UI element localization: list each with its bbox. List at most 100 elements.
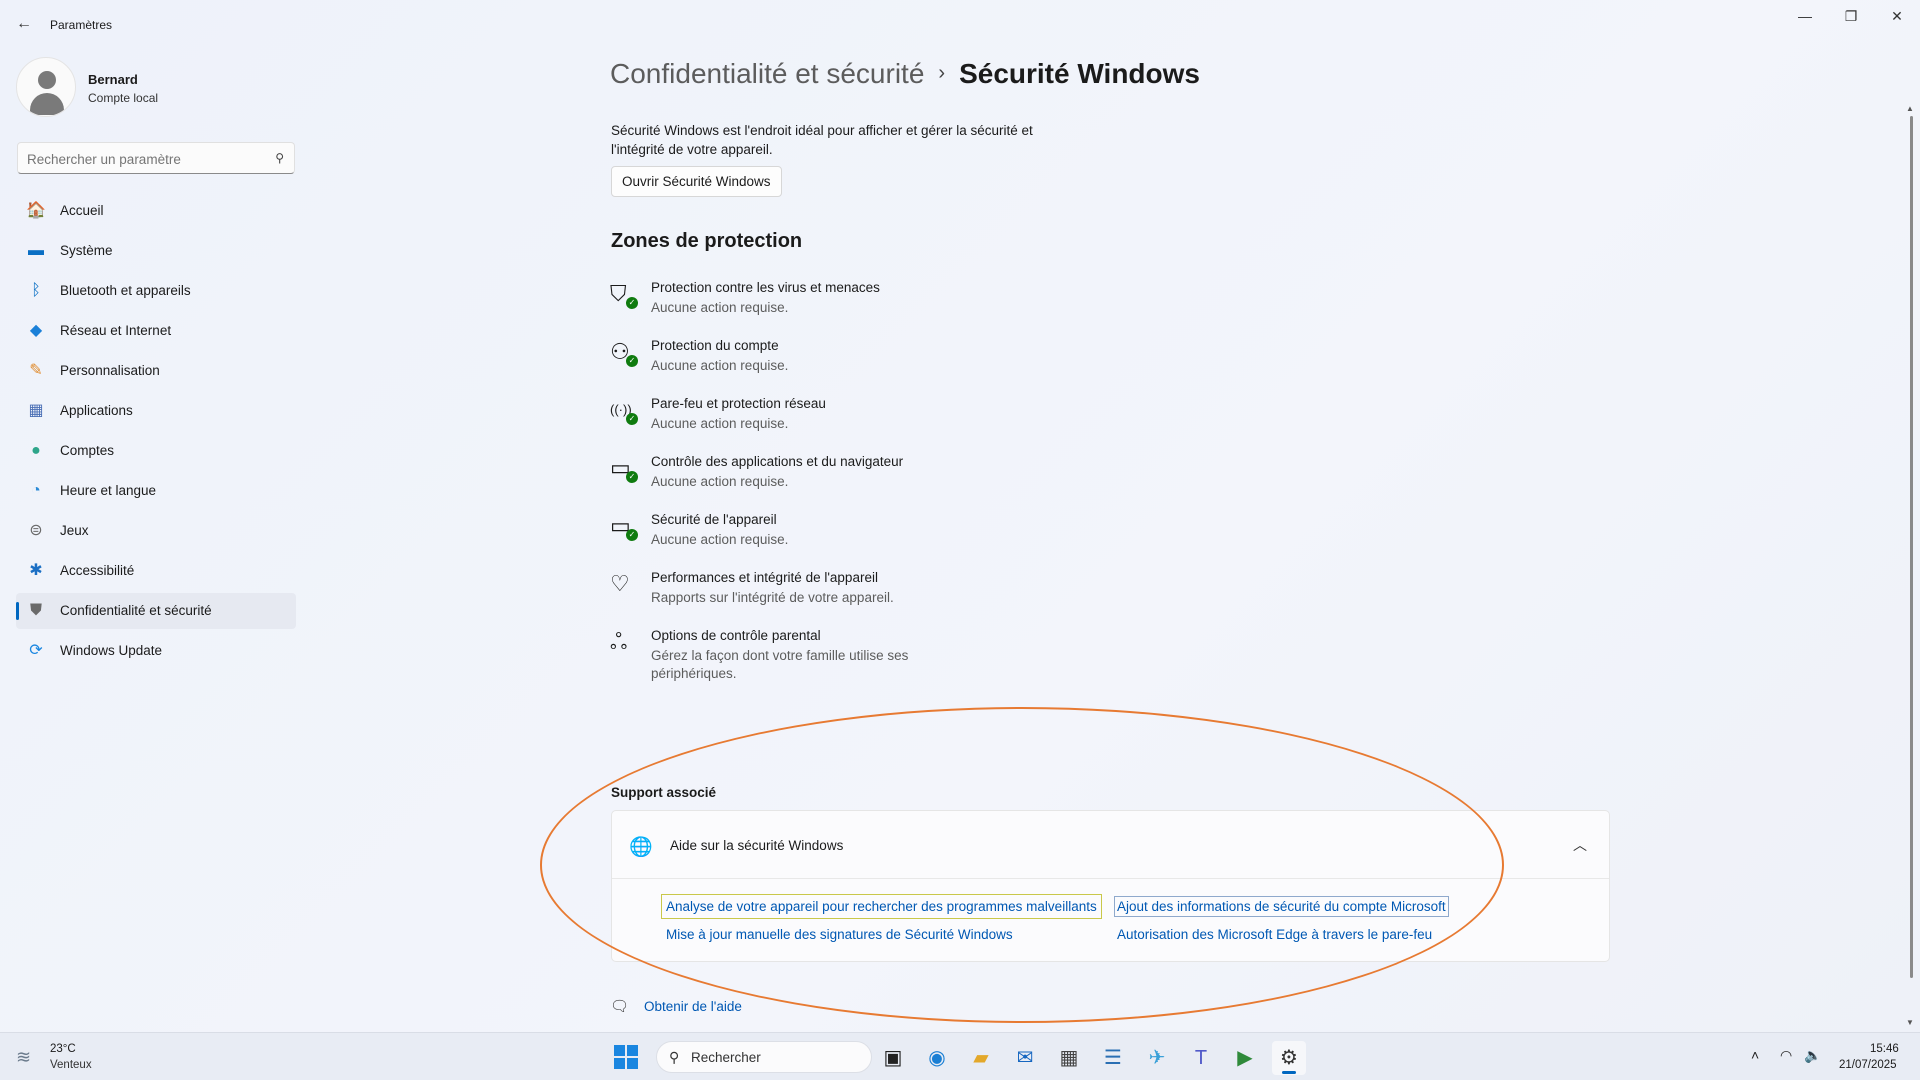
support-link-edge-firewall[interactable]: Autorisation des Microsoft Edge à traver… (1117, 927, 1432, 942)
sidebar-item-1[interactable]: ▬ Système (16, 233, 296, 269)
globe-clock-icon: ◔ (31, 482, 41, 499)
zone-title: Pare-feu et protection réseau (651, 396, 826, 411)
page-description: Sécurité Windows est l'endroit idéal pou… (611, 123, 1033, 157)
edge-icon[interactable]: ◉ (920, 1041, 954, 1075)
protection-zone-item[interactable]: ⛉ ✓ Protection contre les virus et menaces… (610, 280, 1010, 338)
sidebar-item-label: Heure et langue (60, 483, 157, 498)
sidebar-item-8[interactable]: ⊜ Jeux (16, 513, 296, 549)
protection-zone-item[interactable]: ▭ ✓ Sécurité de l'appareil Aucune action re… (610, 512, 1010, 570)
protection-zone-item[interactable]: ♡ Performances et intégrité de l'appareil… (610, 570, 1010, 628)
sidebar-item-label: Personnalisation (60, 363, 160, 378)
zone-status: Aucune action requise. (651, 474, 789, 489)
minimize-button[interactable]: — (1782, 0, 1828, 32)
sidebar-item-11[interactable]: ⟳ Windows Update (16, 633, 296, 669)
task-view-icon[interactable]: ▣ (876, 1041, 910, 1075)
back-arrow-icon[interactable]: ← (12, 12, 36, 36)
breadcrumb-separator: › (938, 62, 946, 84)
maximize-button[interactable]: ❐ (1828, 0, 1874, 32)
sidebar-item-4[interactable]: ✎ Personnalisation (16, 353, 296, 389)
media-player-icon[interactable]: ▶ (1228, 1041, 1262, 1075)
zone-title: Protection contre les virus et menaces (651, 280, 880, 295)
zone-status: Rapports sur l'intégrité de votre appare… (651, 590, 894, 605)
outlook-icon[interactable]: ✉ (1008, 1041, 1042, 1075)
notepad-icon[interactable]: ☰ (1096, 1041, 1130, 1075)
settings-search-input[interactable] (27, 149, 267, 169)
sidebar-item-5[interactable]: ▦ Applications (16, 393, 296, 429)
accessibility-icon: ✱ (29, 562, 43, 579)
calculator-icon[interactable]: ▦ (1052, 1041, 1086, 1075)
support-expander-header[interactable]: 🌐 Aide sur la sécurité Windows ︿ (612, 811, 1609, 879)
support-card: 🌐 Aide sur la sécurité Windows ︿ Analyse… (611, 810, 1610, 962)
sidebar-item-10[interactable]: ⛊ Confidentialité et sécurité (16, 593, 296, 629)
heart-pulse-icon: ♡ (610, 571, 630, 596)
sidebar-item-label: Windows Update (60, 643, 163, 658)
protection-zone-item[interactable]: ((·)) ✓ Pare-feu et protection réseau Aucun… (610, 396, 1010, 454)
sidebar-item-3[interactable]: ◆ Réseau et Internet (16, 313, 296, 349)
sidebar-item-6[interactable]: ● Comptes (16, 433, 296, 469)
support-title: Aide sur la sécurité Windows (670, 838, 844, 853)
sidebar-item-7[interactable]: ◔ Heure et langue (16, 473, 296, 509)
shield-icon: ⛊ (29, 602, 42, 619)
wifi-icon: ◆ (29, 322, 43, 339)
check-badge-icon: ✓ (626, 355, 638, 367)
family-icon: ஃ (610, 629, 628, 654)
support-link-account-security-info[interactable]: Ajout des informations de sécurité du co… (1114, 896, 1449, 917)
sidebar-item-label: Système (60, 243, 113, 258)
bluetooth-icon: ᛒ (31, 282, 41, 299)
breadcrumb-parent[interactable]: Confidentialité et sécurité (610, 58, 924, 89)
maps-icon[interactable]: ✈ (1140, 1041, 1174, 1075)
protection-zone-item[interactable]: ⚇ ✓ Protection du compte Aucune action requ… (610, 338, 1010, 396)
file-explorer-icon[interactable]: ▰ (964, 1041, 998, 1075)
taskbar-search-label: Rechercher (691, 1050, 761, 1065)
brush-icon: ✎ (29, 362, 43, 379)
sidebar-item-label: Bluetooth et appareils (60, 283, 191, 298)
check-badge-icon: ✓ (626, 413, 638, 425)
teams-icon[interactable]: T (1184, 1041, 1218, 1075)
weather-temperature: 23°C (50, 1043, 76, 1055)
chevron-up-icon[interactable]: ˄ (1751, 1047, 1759, 1063)
taskbar-search[interactable]: ⚲ Rechercher (656, 1041, 872, 1073)
support-link-manual-signature-update[interactable]: Mise à jour manuelle des signatures de S… (666, 927, 1013, 942)
settings-search-box[interactable]: ⚲ (17, 142, 295, 174)
volume-icon[interactable]: 🔈 (1804, 1047, 1821, 1064)
settings-window: ← Paramètres — ❐ ✕ Bernard Compte local … (0, 0, 1920, 1032)
person-icon: ● (31, 442, 41, 459)
search-icon[interactable]: ⚲ (275, 151, 284, 165)
check-badge-icon: ✓ (626, 471, 638, 483)
monitor-icon: ▬ (28, 242, 44, 259)
device-security-icon: ▭ ✓ (610, 513, 638, 541)
clock-time[interactable]: 15:46 (1870, 1043, 1899, 1055)
close-button[interactable]: ✕ (1874, 0, 1920, 32)
globe-icon: 🌐 (629, 837, 653, 858)
profile-name: Bernard (88, 72, 138, 87)
sidebar-item-label: Jeux (60, 523, 89, 538)
open-windows-security-button[interactable]: Ouvrir Sécurité Windows (611, 166, 782, 197)
clock-date[interactable]: 21/07/2025 (1839, 1059, 1897, 1071)
zone-title: Contrôle des applications et du navigate… (651, 454, 904, 469)
help-icon: 🗨 (610, 998, 630, 1015)
chevron-up-icon[interactable]: ︿ (1573, 835, 1587, 855)
support-link-malware-scan[interactable]: Analyse de votre appareil pour recherche… (661, 894, 1102, 919)
sidebar-item-2[interactable]: ᛒ Bluetooth et appareils (16, 273, 296, 309)
sidebar-item-label: Réseau et Internet (60, 323, 172, 338)
protection-zone-item[interactable]: ▭ ✓ Contrôle des applications et du naviga… (610, 454, 1010, 512)
sidebar-item-0[interactable]: 🏠 Accueil (16, 193, 296, 229)
search-icon: ⚲ (669, 1049, 680, 1065)
wind-icon: ≋ (16, 1047, 32, 1067)
sidebar-item-9[interactable]: ✱ Accessibilité (16, 553, 296, 589)
start-button[interactable] (614, 1045, 638, 1069)
scroll-up-arrow-icon[interactable]: ▲ (1906, 104, 1914, 113)
protection-zones-list: ⛉ ✓ Protection contre les virus et menaces… (610, 280, 1010, 686)
scrollbar-thumb[interactable] (1910, 116, 1913, 978)
user-profile[interactable]: Bernard Compte local (16, 57, 296, 117)
protection-zone-item[interactable]: ஃ Options de contrôle parental Gérez la fa… (610, 628, 1010, 686)
wifi-icon[interactable]: ◠ (1780, 1047, 1792, 1064)
settings-icon[interactable]: ⚙ (1272, 1041, 1306, 1075)
zone-status: Aucune action requise. (651, 532, 789, 547)
get-help-link[interactable]: Obtenir de l'aide (644, 999, 742, 1014)
taskbar: ≋ 23°C Venteux ⚲ Rechercher ▣ ◉ ▰ ✉ ▦ ☰ ✈ T ▶ ⚙ ˄… (0, 1032, 1920, 1080)
scroll-down-arrow-icon[interactable]: ▼ (1906, 1018, 1914, 1027)
zones-heading: Zones de protection (611, 230, 803, 252)
weather-description: Venteux (50, 1059, 92, 1071)
weather-widget[interactable]: ≋ 23°C Venteux (16, 1041, 126, 1075)
